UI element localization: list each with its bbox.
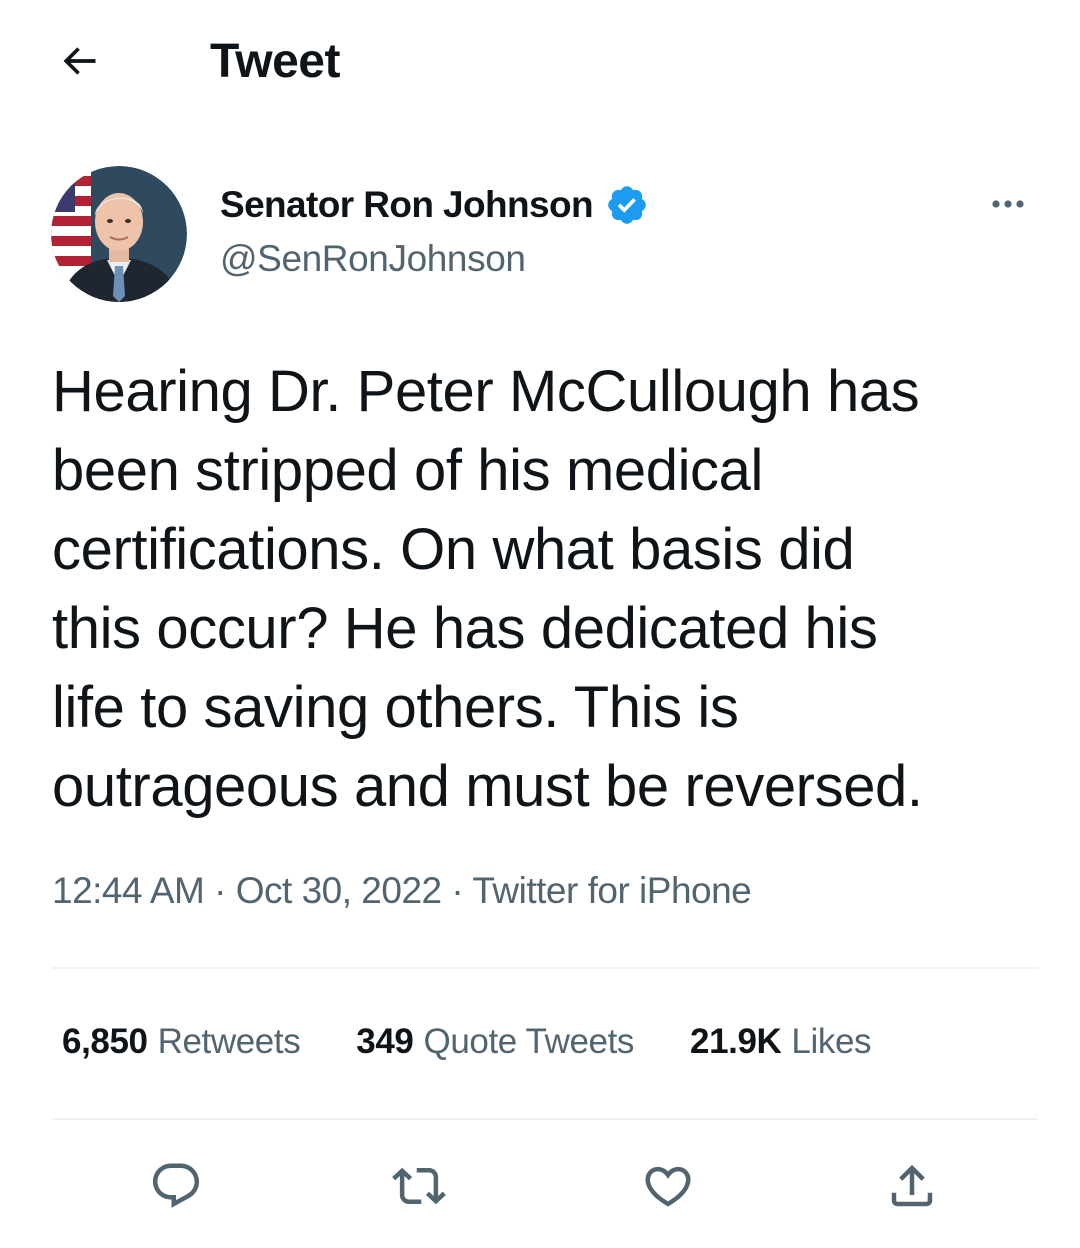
page-title: Tweet — [210, 35, 340, 88]
likes-stat[interactable]: 21.9K Likes — [690, 1022, 872, 1062]
avatar[interactable] — [51, 166, 187, 302]
author-name-row: Senator Ron Johnson — [220, 182, 649, 228]
tweet-text: Hearing Dr. Peter McCullough has been st… — [52, 359, 923, 819]
tweet-page: Tweet Senator Ron Johnson @SenRonJohnson… — [0, 0, 1080, 1248]
share-icon — [885, 1159, 939, 1218]
tweet-time[interactable]: 12:44 AM — [52, 870, 205, 911]
arrow-left-icon — [57, 39, 101, 88]
quote-tweets-count: 349 — [356, 1022, 414, 1061]
tweet-meta: 12:44 AM · Oct 30, 2022 · Twitter for iP… — [52, 870, 752, 912]
verified-badge-icon — [605, 183, 649, 227]
retweet-button[interactable] — [389, 1158, 449, 1218]
meta-separator: · — [451, 870, 464, 911]
more-horizontal-icon — [988, 197, 1028, 215]
reply-button[interactable] — [146, 1158, 206, 1218]
retweets-stat[interactable]: 6,850 Retweets — [62, 1022, 301, 1062]
quote-tweets-stat[interactable]: 349 Quote Tweets — [356, 1022, 634, 1062]
likes-count: 21.9K — [690, 1022, 782, 1061]
meta-separator: · — [214, 870, 226, 911]
likes-label: Likes — [791, 1022, 872, 1061]
tweet-date[interactable]: Oct 30, 2022 — [236, 870, 442, 911]
reply-icon — [149, 1159, 203, 1218]
more-options-button[interactable] — [982, 186, 1034, 226]
heart-icon — [641, 1159, 695, 1218]
tweet-source[interactable]: Twitter for iPhone — [472, 870, 751, 911]
like-button[interactable] — [638, 1158, 698, 1218]
share-button[interactable] — [882, 1158, 942, 1218]
divider — [52, 1118, 1038, 1120]
tweet-stats: 6,850 Retweets 349 Quote Tweets 21.9K Li… — [62, 1022, 872, 1062]
avatar-portrait — [51, 166, 187, 302]
retweets-count: 6,850 — [62, 1022, 148, 1061]
quote-tweets-label: Quote Tweets — [423, 1022, 635, 1061]
retweet-icon — [392, 1159, 446, 1218]
retweets-label: Retweets — [157, 1022, 301, 1061]
divider — [52, 967, 1038, 969]
header: Tweet — [0, 0, 1080, 125]
back-button[interactable] — [50, 34, 108, 92]
author-handle[interactable]: @SenRonJohnson — [220, 238, 526, 280]
author-name[interactable]: Senator Ron Johnson — [220, 184, 594, 226]
